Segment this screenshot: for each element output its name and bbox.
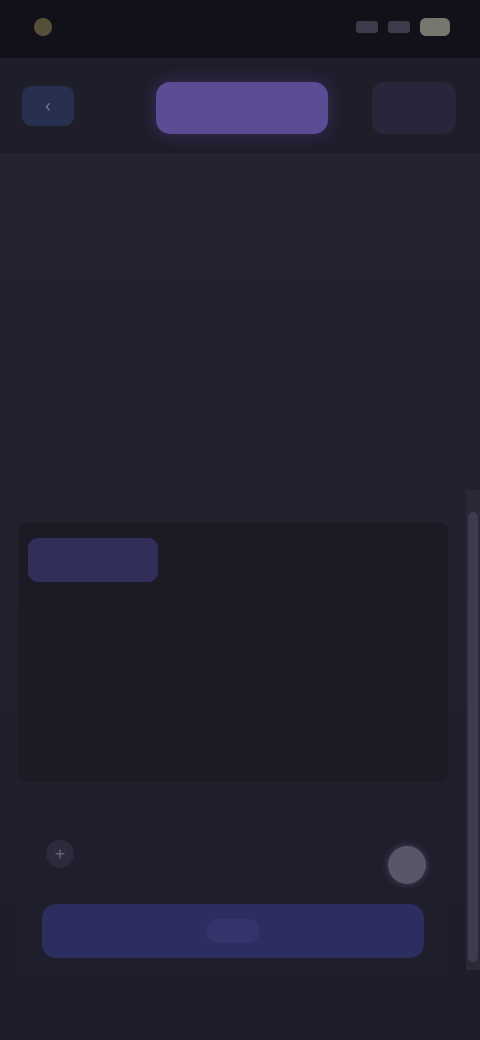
app-indicator-icon	[34, 18, 52, 36]
selected-option-chip[interactable]	[28, 538, 158, 582]
send-button[interactable]	[42, 904, 424, 958]
wifi-icon	[388, 21, 410, 33]
status-left	[34, 18, 60, 36]
tab-secondary[interactable]	[372, 82, 456, 134]
avatar-icon[interactable]	[388, 846, 426, 884]
status-bar	[0, 0, 480, 58]
signal-icon	[356, 21, 378, 33]
status-right	[356, 18, 450, 36]
composer-input[interactable]	[90, 868, 354, 888]
screen: ‹ +	[0, 0, 480, 1040]
link-row[interactable]	[22, 760, 294, 782]
tab-active[interactable]	[156, 82, 328, 134]
scrollbar-thumb[interactable]	[468, 512, 478, 962]
back-button[interactable]: ‹	[22, 86, 74, 126]
content-area	[0, 154, 468, 804]
battery-icon	[420, 18, 450, 36]
plus-icon[interactable]: +	[46, 840, 74, 868]
top-tab-bar: ‹	[0, 58, 480, 155]
send-button-label	[207, 919, 259, 943]
composer: +	[18, 804, 448, 978]
